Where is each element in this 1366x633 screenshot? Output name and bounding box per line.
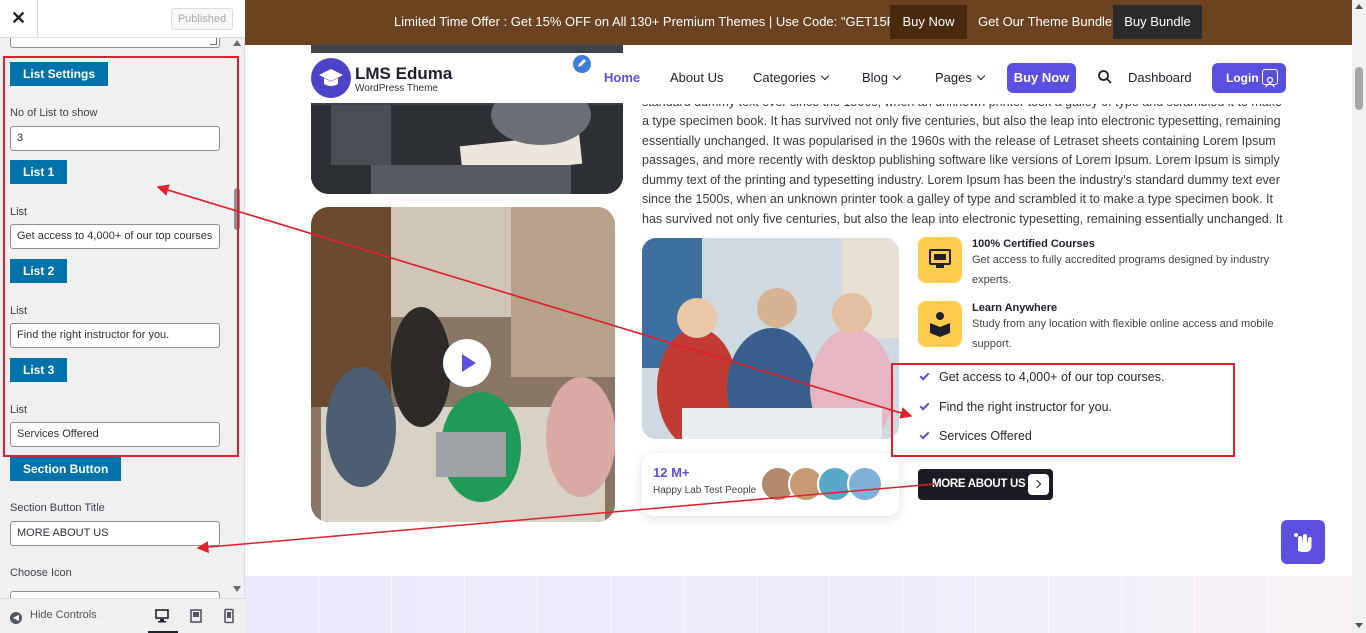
hide-controls-icon: ◀ <box>10 612 22 624</box>
textarea-field[interactable] <box>10 38 220 48</box>
resize-grip-icon[interactable] <box>210 38 217 45</box>
nav-home[interactable]: Home <box>604 70 640 85</box>
feature-title-anywhere: Learn Anywhere <box>972 302 1058 314</box>
next-section-band <box>245 576 1352 633</box>
about-paragraph: Lorem Ipsum is simply dummy text of the … <box>642 104 1283 232</box>
logo-name[interactable]: LMS Eduma <box>355 64 452 84</box>
tablet-icon[interactable] <box>188 608 204 624</box>
feature-desc-anywhere: Study from any location with flexible on… <box>972 318 1274 350</box>
main-navigation: LMS Eduma WordPress Theme Home About Us … <box>305 53 1295 103</box>
band-divider <box>1121 576 1122 633</box>
band-divider <box>1048 576 1049 633</box>
desktop-icon[interactable] <box>148 608 178 633</box>
choose-icon-label: Choose Icon <box>10 567 72 579</box>
band-divider <box>464 576 465 633</box>
login-button[interactable]: Login <box>1212 63 1286 93</box>
stats-number: 12 M+ <box>653 465 690 480</box>
page-scrollbar[interactable] <box>1352 0 1366 633</box>
annotation-box-list-settings <box>3 56 239 457</box>
band-divider <box>1267 576 1268 633</box>
promo-bundle-text[interactable]: Get Our Theme Bundle <box>978 14 1112 29</box>
page-scroll-thumb[interactable] <box>1355 67 1363 110</box>
section-button-heading: Section Button <box>10 457 122 481</box>
band-divider <box>391 576 392 633</box>
login-label: Login <box>1226 71 1259 85</box>
stats-label: Happy Lab Test People <box>653 485 757 496</box>
band-divider <box>829 576 830 633</box>
nav-buy-now-button[interactable]: Buy Now <box>1007 63 1076 93</box>
band-divider <box>1194 576 1195 633</box>
students-group-image <box>642 238 899 439</box>
more-about-us-button[interactable]: MORE ABOUT US <box>918 469 1053 500</box>
nav-categories[interactable]: Categories <box>753 70 830 85</box>
reading-person-icon <box>918 301 962 347</box>
chevron-down-icon <box>820 71 830 81</box>
stats-card: 12 M+ Happy Lab Test People <box>642 453 899 516</box>
chevron-down-icon <box>976 71 986 81</box>
promo-buy-bundle-button[interactable]: Buy Bundle <box>1113 5 1202 39</box>
search-icon[interactable] <box>1097 69 1113 85</box>
promo-text: Limited Time Offer : Get 15% OFF on All … <box>394 14 920 29</box>
nav-dashboard[interactable]: Dashboard <box>1128 70 1192 85</box>
scroll-down-icon[interactable] <box>233 586 241 592</box>
feature-desc-certified: Get access to fully accredited programs … <box>972 254 1270 286</box>
play-video-button[interactable] <box>443 339 491 387</box>
band-divider <box>756 576 757 633</box>
scroll-up-icon[interactable] <box>233 40 241 46</box>
published-button[interactable]: Published <box>171 8 233 30</box>
certificate-monitor-icon <box>918 237 962 283</box>
play-icon <box>462 354 476 372</box>
more-about-us-label: MORE ABOUT US <box>932 478 1026 490</box>
customizer-header: ✕ Published <box>0 0 245 38</box>
edit-pencil-icon[interactable] <box>571 53 593 75</box>
hide-controls-label: Hide Controls <box>30 609 97 621</box>
user-icon <box>1262 69 1278 88</box>
chevron-right-icon <box>1028 474 1049 495</box>
nav-blog[interactable]: Blog <box>862 70 902 85</box>
band-divider <box>975 576 976 633</box>
nav-categories-label: Categories <box>753 70 816 85</box>
promo-bar: Limited Time Offer : Get 15% OFF on All … <box>245 0 1352 45</box>
mobile-icon[interactable] <box>221 608 237 624</box>
band-divider <box>318 576 319 633</box>
avatar <box>847 466 883 502</box>
scroll-down-icon[interactable] <box>1355 623 1363 628</box>
band-divider <box>610 576 611 633</box>
band-divider <box>683 576 684 633</box>
annotation-box-checklist <box>891 363 1235 457</box>
accessibility-hand-button[interactable] <box>1281 520 1325 564</box>
promo-buy-now-button[interactable]: Buy Now <box>890 5 967 39</box>
nav-pages-label: Pages <box>935 70 972 85</box>
chevron-down-icon <box>892 71 902 81</box>
section-button-title-label: Section Button Title <box>10 502 105 514</box>
hide-controls-button[interactable]: ◀ Hide Controls <box>10 609 97 624</box>
feature-title-certified: 100% Certified Courses <box>972 238 1095 250</box>
nav-blog-label: Blog <box>862 70 889 85</box>
choose-icon-select[interactable] <box>10 591 220 598</box>
nav-about-us[interactable]: About Us <box>670 70 723 85</box>
logo-subtitle: WordPress Theme <box>355 83 438 94</box>
scroll-up-icon[interactable] <box>1355 4 1363 9</box>
video-thumbnail-image[interactable] <box>311 207 615 522</box>
band-divider <box>902 576 903 633</box>
site-preview: Limited Time Offer : Get 15% OFF on All … <box>245 0 1352 633</box>
nav-pages[interactable]: Pages <box>935 70 986 85</box>
section-button-title-input[interactable]: MORE ABOUT US <box>10 521 220 546</box>
close-customizer-button[interactable]: ✕ <box>0 0 38 37</box>
band-divider <box>537 576 538 633</box>
graduation-cap-logo-icon[interactable] <box>311 58 351 98</box>
customizer-footer: ◀ Hide Controls <box>0 598 245 633</box>
